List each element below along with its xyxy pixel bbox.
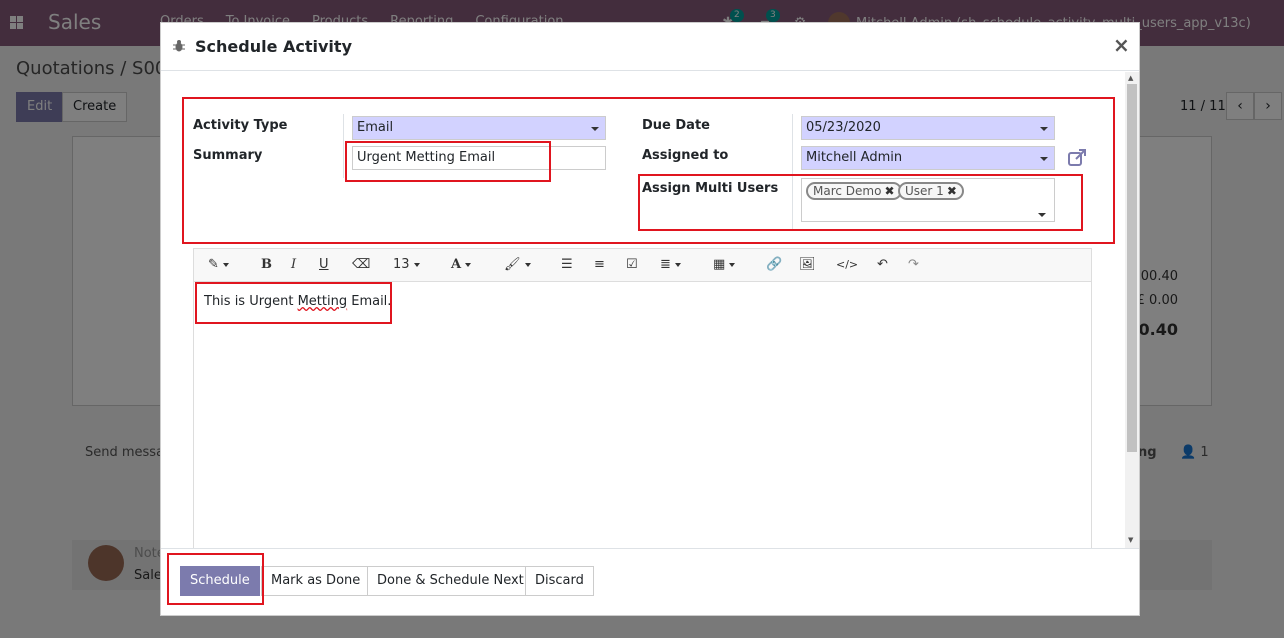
assigned-to-label: Assigned to <box>642 148 729 163</box>
underline-icon[interactable]: U <box>319 256 329 274</box>
summary-label: Summary <box>193 148 263 163</box>
brush-icon[interactable]: 🖌 <box>504 256 531 274</box>
eraser-icon[interactable]: ⌫ <box>352 256 370 274</box>
activity-type-select[interactable]: Email <box>352 116 606 140</box>
tag-label: User 1 <box>905 184 944 198</box>
due-date-input[interactable]: 05/23/2020 <box>801 116 1055 140</box>
remove-tag-icon[interactable]: ✖ <box>947 184 957 198</box>
bold-icon[interactable]: B <box>261 256 272 274</box>
content-text-end: Email. <box>347 294 392 309</box>
mark-as-done-button[interactable]: Mark as Done <box>261 566 371 596</box>
image-icon[interactable]: 🖼 <box>799 256 816 274</box>
chevron-down-icon <box>1040 127 1048 131</box>
close-icon[interactable]: × <box>1113 33 1130 57</box>
external-link-icon[interactable] <box>1067 148 1087 168</box>
table-icon[interactable]: ▦ <box>713 256 736 274</box>
activity-type-label: Activity Type <box>193 118 288 133</box>
done-schedule-next-button[interactable]: Done & Schedule Next <box>367 566 534 596</box>
editor-toolbar: ✎ B I U ⌫ 13 A 🖌 ☰ ≡ ☑ ≣ ▦ 🔗 🖼 </> ↶ ↷ <box>194 249 1091 282</box>
description-editor: ✎ B I U ⌫ 13 A 🖌 ☰ ≡ ☑ ≣ ▦ 🔗 🖼 </> ↶ ↷ T… <box>193 248 1092 548</box>
user-tag: Marc Demo ✖ <box>806 182 902 200</box>
redo-icon[interactable]: ↷ <box>908 256 919 274</box>
link-icon[interactable]: 🔗 <box>766 256 782 274</box>
undo-icon[interactable]: ↶ <box>877 256 888 274</box>
code-view-icon[interactable]: </> <box>836 256 858 274</box>
multi-users-label: Assign Multi Users <box>642 181 779 196</box>
font-color-icon[interactable]: A <box>451 256 472 274</box>
schedule-activity-dialog: Schedule Activity × Activity Type Email … <box>160 22 1140 616</box>
scroll-up-icon[interactable]: ▲ <box>1128 74 1133 82</box>
assigned-to-value: Mitchell Admin <box>806 150 903 165</box>
modal-title: Schedule Activity <box>195 37 352 56</box>
discard-button[interactable]: Discard <box>525 566 594 596</box>
chevron-down-icon <box>1040 157 1048 161</box>
font-size-value: 13 <box>393 257 410 272</box>
modal-body: Activity Type Email Summary Urgent Metti… <box>161 72 1139 548</box>
multi-users-field[interactable]: Marc Demo ✖ User 1 ✖ <box>801 178 1055 222</box>
content-text-start: This is Urgent <box>204 294 298 309</box>
schedule-button[interactable]: Schedule <box>180 566 260 596</box>
due-date-value: 05/23/2020 <box>806 120 881 135</box>
scroll-thumb[interactable] <box>1127 84 1137 452</box>
italic-icon[interactable]: I <box>291 256 296 274</box>
field-separator <box>343 114 344 178</box>
chevron-down-icon[interactable] <box>1038 213 1046 217</box>
tag-label: Marc Demo <box>813 184 882 198</box>
scroll-down-icon[interactable]: ▼ <box>1128 536 1133 544</box>
content-misspelled-word: Metting <box>297 294 348 309</box>
modal-footer: Schedule Mark as Done Done & Schedule Ne… <box>161 548 1139 616</box>
ordered-list-icon[interactable]: ≡ <box>594 256 605 274</box>
bug-icon <box>173 39 185 53</box>
field-separator <box>792 114 793 230</box>
modal-header: Schedule Activity × <box>161 23 1139 71</box>
unordered-list-icon[interactable]: ☰ <box>561 256 573 274</box>
assigned-to-select[interactable]: Mitchell Admin <box>801 146 1055 170</box>
editor-content[interactable]: This is Urgent Metting Email. <box>204 294 391 309</box>
modal-scrollbar[interactable]: ▲ ▼ <box>1125 72 1139 548</box>
style-icon[interactable]: ✎ <box>208 256 229 274</box>
align-icon[interactable]: ≣ <box>660 256 681 274</box>
due-date-label: Due Date <box>642 118 710 133</box>
font-size-dropdown[interactable]: 13 <box>393 256 420 274</box>
activity-type-value: Email <box>357 120 394 135</box>
checklist-icon[interactable]: ☑ <box>626 256 638 274</box>
remove-tag-icon[interactable]: ✖ <box>884 184 894 198</box>
summary-input[interactable]: Urgent Metting Email <box>352 146 606 170</box>
user-tag: User 1 ✖ <box>898 182 964 200</box>
chevron-down-icon <box>591 127 599 131</box>
